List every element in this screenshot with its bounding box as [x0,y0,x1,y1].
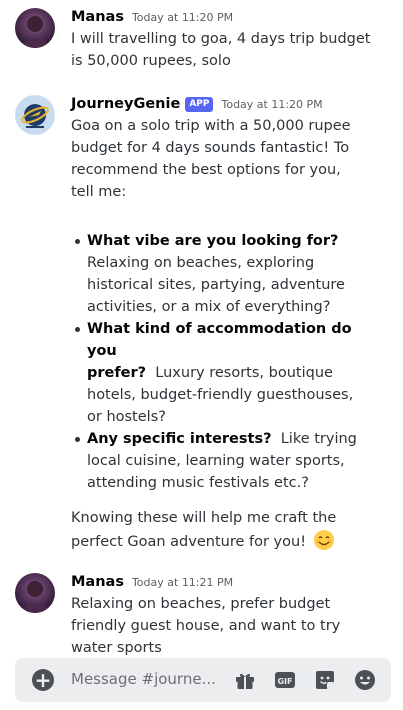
bot-avatar[interactable] [15,95,55,135]
text-line: recommend the best options for you, [71,162,341,178]
message-header: JourneyGenie APP Today at 11:20 PM [71,94,323,114]
timestamp: Today at 11:20 PM [221,97,323,111]
message-header: Manas Today at 11:21 PM [71,572,233,592]
list-item: Any specific interests? Like trying loca… [71,428,371,494]
text-line: Goa on a solo trip with a 50,000 rupee [71,118,351,134]
author-name[interactable]: Manas [71,9,124,25]
bullet-list: What vibe are you looking for? Relaxing … [71,230,371,494]
smiling-face-icon [313,529,335,551]
list-item: What kind of accommodation do you prefer… [71,318,371,428]
message-text: I will travelling to goa, 4 days trip bu… [71,28,371,72]
text-line: hotels, budget-friendly guesthouses, [87,387,354,403]
message-text: Relaxing on beaches, prefer budget frien… [71,593,371,659]
message-feed: Manas Today at 11:20 PM I will travellin… [0,0,403,660]
timestamp: Today at 11:21 PM [131,575,234,589]
author-name[interactable]: Manas [71,574,124,590]
text-line: perfect Goan adventure for you! [71,534,311,550]
message-header: Manas Today at 11:20 PM [71,7,233,27]
bullet-heading: Any specific interests? [87,431,272,447]
author-name[interactable]: JourneyGenie [71,96,180,112]
text-line: budget for 4 days sounds fantastic! To [71,140,350,156]
gif-icon[interactable]: GIF [273,668,297,692]
text-line: Relaxing on beaches, exploring [87,255,315,271]
emoji-icon[interactable] [353,668,377,692]
text-line: or hostels? [87,409,166,425]
text-line: tell me: [71,184,127,200]
avatar[interactable] [15,8,55,48]
sticker-icon[interactable] [313,668,337,692]
svg-text:GIF: GIF [277,677,292,686]
message-composer[interactable]: + Message #journe... GIF [15,658,391,702]
add-icon[interactable]: + [32,669,54,691]
text-line: friendly guest house, and want to try [71,618,341,634]
text-line: Like trying [271,431,357,447]
bullet-heading: prefer? [87,365,147,381]
text-line: I will travelling to goa, 4 days trip bu… [71,31,371,47]
text-line: Luxury resorts, boutique [146,365,333,381]
text-line: water sports [71,640,162,656]
message-text: Knowing these will help me craft the per… [71,507,371,553]
text-line: activities, or a mix of everything? [87,299,331,315]
bullet-heading: What vibe are you looking for? [87,233,339,249]
text-line: attending music festivals etc.? [87,475,309,491]
list-item: What vibe are you looking for? Relaxing … [71,230,371,318]
message-text: Goa on a solo trip with a 50,000 rupee b… [71,115,371,203]
app-badge: APP [185,96,214,112]
avatar[interactable] [15,573,55,613]
gift-icon[interactable] [233,668,257,692]
text-line: local cuisine, learning water sports, [87,453,345,469]
timestamp: Today at 11:20 PM [131,10,234,24]
text-line: Relaxing on beaches, prefer budget [71,596,331,612]
bullet-heading: What kind of accommodation do you [87,321,352,359]
text-line: is 50,000 rupees, solo [71,53,231,69]
text-line: historical sites, partying, adventure [87,277,345,293]
message-input[interactable]: Message #journe... [71,670,216,688]
text-line: Knowing these will help me craft the [71,510,337,526]
